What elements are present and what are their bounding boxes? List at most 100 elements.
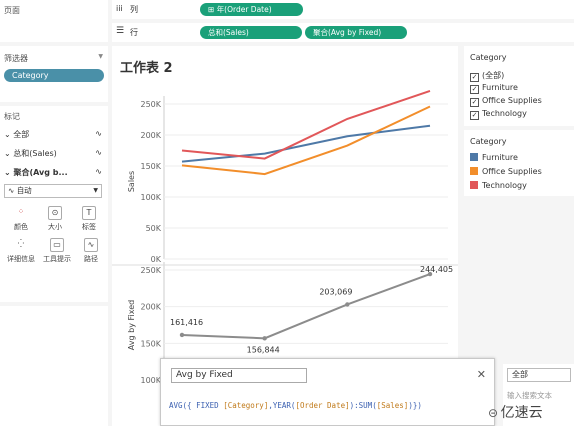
series-line [181,105,431,176]
marks-row-all[interactable]: ⌄ 全部 ∿ [4,129,104,140]
formula-token: [Category] [223,401,269,410]
chevron-down-icon: ⌄ [4,130,11,139]
rows-pill-avg[interactable]: 聚合(Avg by Fixed) [305,26,407,39]
data-label: 156,844 [247,345,280,354]
formula-token: AVG({ FIXED [169,401,224,410]
calc-formula-editor[interactable]: AVG({ FIXED [Category],YEAR([Order Date]… [169,401,422,410]
y-tick-label: 0K [151,255,162,264]
marks-row-sales[interactable]: ⌄ 总和(Sales) ∿ [4,148,104,159]
checkbox-icon[interactable]: ✓ [470,98,479,107]
y-tick-label: 100K [140,376,161,385]
mark-button-label: 工具提示 [43,255,71,263]
pages-panel: 页面 [0,0,108,42]
search-dropdown[interactable]: 全部 [507,368,571,382]
legend-item-technology[interactable]: Technology [470,181,527,190]
chevron-down-icon: ⌄ [4,149,11,158]
calc-name-field[interactable]: Avg by Fixed [171,368,307,383]
filter-option-office-supplies[interactable]: ✓ Office Supplies [470,96,542,107]
filter-option-all[interactable]: ✓ (全部) [470,70,504,82]
mark-button-label: 详细信息 [7,255,35,263]
filters-menu-icon[interactable]: ▼ [98,53,103,60]
marks-panel: 标记 ⌄ 全部 ∿ ⌄ 总和(Sales) ∿ ⌄ 聚合(Avg b... ∿ … [0,106,108,302]
watermark-text: 亿速云 [500,405,543,421]
label-icon: T [82,206,96,220]
watermark-logo: ⊝ 亿速云 [488,402,572,422]
legend-item-label: Office Supplies [482,167,542,176]
mark-button-tooltip[interactable]: ▭ 工具提示 [40,238,74,264]
line-mark-icon: ∿ [8,186,15,195]
filter-option-label: (全部) [482,71,505,80]
data-point [262,336,267,341]
legend-item-furniture[interactable]: Furniture [470,153,518,162]
filter-pill-category[interactable]: Category [4,69,104,82]
plus-icon: ⊞ [208,5,215,14]
columns-shelf[interactable]: iii 列 ⊞ 年(Order Date) [112,0,574,19]
marks-row-label: 聚合(Avg b... [13,168,68,177]
chevron-down-icon: ⌄ [4,168,11,177]
y-axis-label: Avg by Fixed [127,300,136,350]
columns-pill-order-date[interactable]: ⊞ 年(Order Date) [200,3,303,16]
y-axis-label: Sales [127,171,136,192]
detail-icon: ⁛ [17,239,25,248]
filter-option-label: Furniture [482,83,518,92]
data-label: 161,416 [170,318,203,327]
mark-button-path[interactable]: ∿ 路径 [76,238,106,264]
marks-row-label: 全部 [13,130,30,139]
filter-option-furniture[interactable]: ✓ Furniture [470,83,518,94]
chevron-down-icon: ▼ [93,187,98,194]
size-icon: ⊙ [48,206,62,220]
mark-button-color[interactable]: ⁘ 颜色 [6,206,36,232]
y-tick-label: 150K [140,162,161,171]
checkbox-icon[interactable]: ✓ [470,111,479,120]
y-tick-label: 100K [140,193,161,202]
legend-item-office-supplies[interactable]: Office Supplies [470,167,542,176]
marks-title: 标记 [4,112,20,121]
filter-option-label: Office Supplies [482,96,542,105]
checkbox-icon[interactable]: ✓ [470,85,479,94]
search-input[interactable]: 输入搜索文本 [507,390,552,401]
color-icon: ⁘ [17,207,25,216]
y-tick-label: 250K [140,100,161,109]
rows-icon: ☰ [116,26,125,36]
columns-label: 列 [130,5,138,14]
pill-label: 年(Order Date) [216,5,272,14]
line-mark-icon: ∿ [95,167,102,176]
checkbox-icon[interactable]: ✓ [470,73,479,82]
data-point [345,302,350,307]
rows-pill-sales[interactable]: 总和(Sales) [200,26,302,39]
path-icon: ∿ [84,238,98,252]
mark-button-label: 标签 [82,223,96,231]
marks-row-label: 总和(Sales) [13,149,57,158]
series-line [181,124,431,163]
color-legend-title: Category [470,137,507,146]
filter-option-technology[interactable]: ✓ Technology [470,109,527,120]
mark-type-dropdown[interactable]: ∿ 自动 ▼ [4,184,102,198]
columns-icon: iii [116,4,123,13]
formula-token: )}) [408,401,422,410]
legend-swatch [470,167,478,175]
filters-panel: 筛选器 ▼ Category [0,46,108,102]
data-label: 244,405 [420,265,453,274]
logo-icon: ⊝ [488,406,499,420]
mark-button-detail[interactable]: ⁛ 详细信息 [4,238,38,264]
formula-token: [Order Date] [295,401,350,410]
filter-option-label: Technology [482,109,527,118]
close-icon[interactable]: ✕ [477,368,486,381]
marks-row-avg[interactable]: ⌄ 聚合(Avg b... ∿ [4,167,104,178]
y-tick-label: 150K [140,339,161,348]
rows-shelf[interactable]: ☰ 行 总和(Sales) 聚合(Avg by Fixed) [112,23,574,42]
mark-button-label: 大小 [48,223,62,231]
filter-card-title: Category [470,53,507,62]
y-tick-label: 250K [140,266,161,275]
y-tick-label: 50K [146,224,162,233]
formula-token: [Sales] [376,401,409,410]
legend-swatch [470,181,478,189]
mark-button-size[interactable]: ⊙ 大小 [40,206,70,232]
left-empty-area [0,306,108,426]
data-point [179,332,185,338]
legend-item-label: Technology [482,181,527,190]
mark-button-label[interactable]: T 标签 [74,206,104,232]
category-filter-card: Category ✓ (全部) ✓ Furniture ✓ Office Suppli… [464,46,574,126]
line-mark-icon: ∿ [95,129,102,138]
filters-title: 筛选器 [4,54,28,63]
